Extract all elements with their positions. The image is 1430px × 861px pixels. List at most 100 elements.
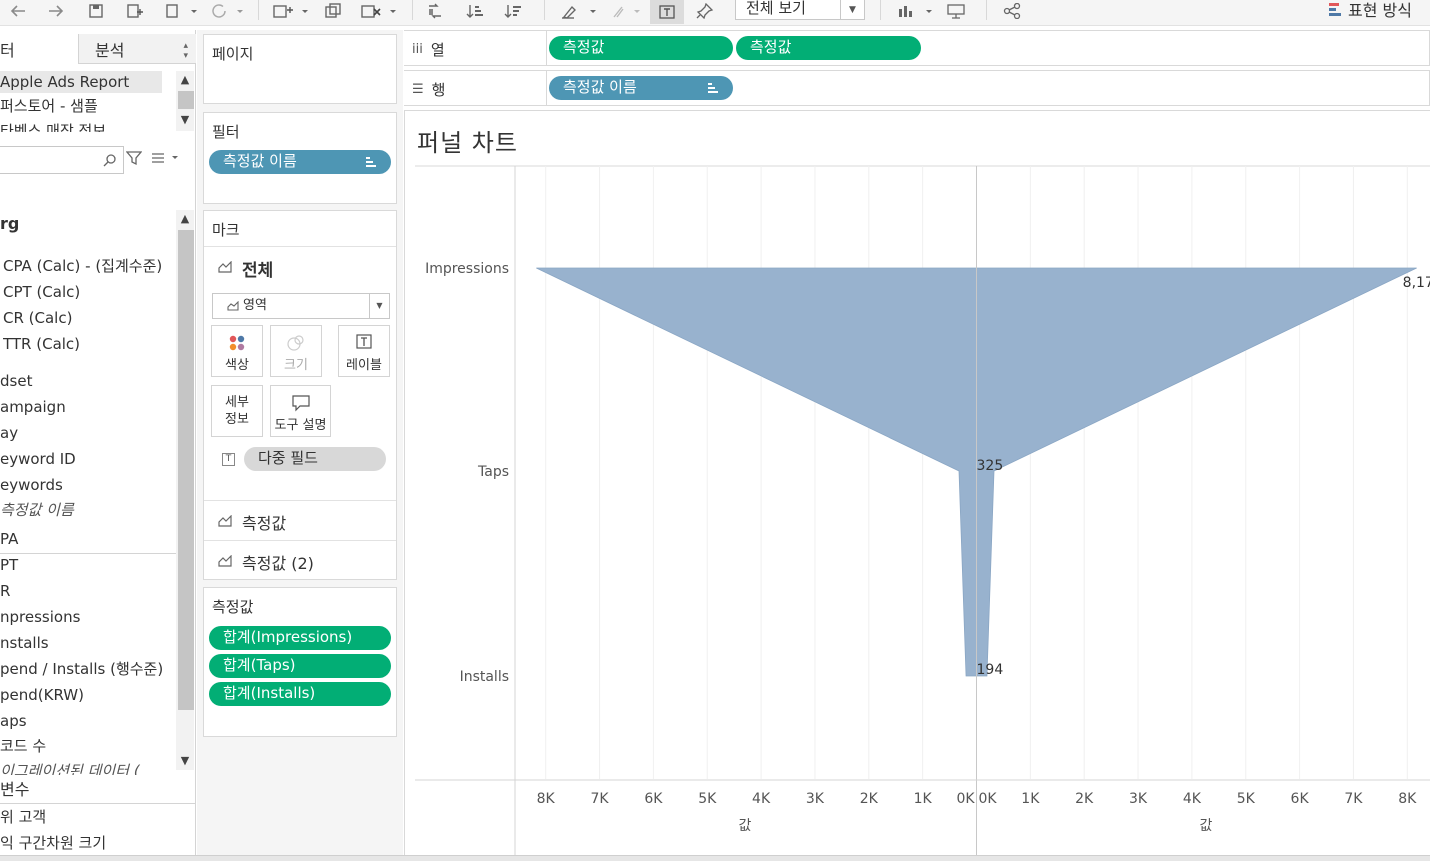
measure-item[interactable]: 코드 수	[0, 736, 172, 756]
marks-all-row[interactable]: 전체	[204, 246, 396, 286]
label-button[interactable]: 레이블	[338, 325, 390, 377]
undo-icon[interactable]	[8, 0, 28, 22]
measure-item[interactable]: R	[0, 581, 172, 601]
datasource-item[interactable]: 타벤스 매장 정보	[0, 120, 162, 132]
datasource-scrollbar[interactable]: ▲ ▼	[176, 71, 194, 131]
filters-card[interactable]: 필터 측정값 이름	[203, 112, 397, 204]
measure-item[interactable]: pend(KRW)	[0, 685, 172, 705]
divider	[0, 553, 176, 554]
marks-measure-row[interactable]: 측정값	[204, 500, 396, 540]
scroll-up-icon[interactable]: ▲	[176, 71, 194, 89]
measure-item[interactable]: PT	[0, 555, 172, 575]
columns-shelf[interactable]: iii 열 측정값 측정값	[404, 30, 1430, 66]
field-item[interactable]: eywords	[0, 475, 172, 495]
scroll-thumb[interactable]	[178, 230, 194, 710]
show-hide-cards-icon[interactable]	[894, 0, 936, 22]
rows-shelf[interactable]: ☰ 행 측정값 이름	[404, 70, 1430, 106]
field-search-input[interactable]	[0, 146, 124, 174]
highlight-icon[interactable]	[558, 0, 600, 22]
measure-value-pill[interactable]: 합계(Impressions)	[209, 626, 391, 650]
tab-analytics-label: 분석	[95, 41, 125, 60]
field-item[interactable]: ampaign	[0, 397, 172, 417]
field-item[interactable]: eyword ID	[0, 449, 172, 469]
share-icon[interactable]	[1000, 0, 1024, 22]
parameter-item[interactable]: 익 구간차원 크기	[0, 833, 172, 853]
columns-icon: iii	[412, 42, 423, 57]
axis-tick-label: 4K	[1183, 791, 1202, 807]
field-item[interactable]: TTR (Calc)	[3, 334, 175, 354]
scroll-thumb[interactable]	[178, 91, 194, 109]
marks-measure2-row[interactable]: 측정값 (2)	[204, 540, 396, 580]
tab-data[interactable]: 터	[0, 30, 78, 64]
measure-item[interactable]: PA	[0, 529, 172, 549]
chevron-down-icon[interactable]: ▼	[369, 294, 389, 318]
field-item[interactable]: CPT (Calc)	[3, 282, 175, 302]
scroll-up-icon[interactable]: ▲	[176, 210, 194, 228]
mark-type-value: 영역	[243, 298, 267, 313]
redo-icon[interactable]	[46, 0, 66, 22]
multiple-fields-pill[interactable]: 다중 필드	[244, 447, 386, 471]
parameters-header[interactable]: 변수	[0, 780, 172, 800]
collapse-icon[interactable]: ▴ ▾	[183, 41, 188, 61]
tab-analytics[interactable]: 분석 ▴ ▾	[78, 34, 196, 64]
pause-update-icon[interactable]	[162, 0, 202, 22]
filter-pill[interactable]: 측정값 이름	[209, 150, 391, 174]
show-mark-labels-icon[interactable]	[650, 0, 684, 24]
color-button[interactable]: 색상	[211, 325, 263, 377]
measure-item[interactable]: 이그레이션된 데이터 (	[0, 761, 172, 775]
show-me-button[interactable]: 표현 방식	[1328, 0, 1412, 20]
pin-axes-icon[interactable]	[694, 0, 716, 22]
marks-card[interactable]: 마크 전체 영역 ▼ 색상 크기 레이블 세부 정보 도구 설명 T 다중 필드…	[203, 210, 397, 580]
scroll-down-icon[interactable]: ▼	[176, 111, 194, 129]
measure-item[interactable]: nstalls	[0, 633, 172, 653]
marks-card-title: 마크	[212, 221, 240, 239]
refresh-icon[interactable]	[208, 0, 248, 22]
measure-item[interactable]: npressions	[0, 607, 172, 627]
rows-pill[interactable]: 측정값 이름	[549, 76, 733, 100]
measure-values-card[interactable]: 측정값 합계(Impressions) 합계(Taps) 합계(Installs…	[203, 587, 397, 737]
sort-ascending-icon[interactable]	[464, 0, 486, 22]
new-worksheet-icon[interactable]	[270, 0, 312, 22]
filter-icon[interactable]	[125, 150, 143, 168]
mark-type-select[interactable]: 영역 ▼	[212, 293, 390, 319]
size-button[interactable]: 크기	[270, 325, 322, 377]
field-item[interactable]: CPA (Calc) - (집계수준)	[3, 256, 175, 276]
funnel-chart[interactable]: Impressions Taps Installs 8,174 325 194 8K 7K 6K…	[405, 111, 1430, 855]
duplicate-sheet-icon[interactable]	[322, 0, 344, 22]
measure-value-pill[interactable]: 합계(Taps)	[209, 654, 391, 678]
label-icon	[339, 334, 389, 350]
area-mark-icon	[218, 515, 232, 527]
field-item[interactable]: ay	[0, 423, 172, 443]
sort-descending-icon[interactable]	[502, 0, 524, 22]
swap-rows-columns-icon[interactable]	[424, 0, 446, 22]
parameter-item[interactable]: 위 고객	[0, 807, 172, 827]
group-members-icon[interactable]	[606, 0, 644, 22]
scroll-down-icon[interactable]: ▼	[176, 752, 194, 770]
field-item[interactable]: dset	[0, 371, 172, 391]
datasource-item[interactable]: Apple Ads Report	[0, 71, 162, 93]
fields-scrollbar[interactable]: ▲ ▼	[176, 210, 194, 770]
chevron-down-icon[interactable]: ▼	[840, 0, 864, 19]
search-icon[interactable]	[103, 153, 117, 171]
toolbar-separator	[544, 0, 545, 20]
view-options-icon[interactable]	[150, 151, 182, 167]
fit-view-select[interactable]: 전체 보기 ▼	[735, 0, 865, 20]
save-icon[interactable]	[86, 0, 106, 22]
measure-value-pill[interactable]: 합계(Installs)	[209, 682, 391, 706]
presentation-mode-icon[interactable]	[944, 0, 968, 22]
new-datasource-icon[interactable]	[124, 0, 146, 22]
pages-card[interactable]: 페이지	[203, 34, 397, 104]
detail-button[interactable]: 세부 정보	[211, 385, 263, 437]
datasource-item[interactable]: 퍼스토어 - 샘플	[0, 95, 162, 117]
clear-sheet-icon[interactable]	[358, 0, 400, 22]
field-item[interactable]: CR (Calc)	[3, 308, 175, 328]
field-item[interactable]: 측정값 이름	[0, 500, 172, 520]
measure-item[interactable]: aps	[0, 711, 172, 731]
worksheet-view[interactable]: 퍼널 차트 ImpressionsTapsInstalls8,174325194…	[404, 110, 1430, 855]
dimension-folder-header[interactable]: rg	[0, 214, 172, 234]
axis-tick-label: 3K	[1129, 791, 1148, 807]
columns-pill[interactable]: 측정값	[549, 36, 733, 60]
measure-item[interactable]: pend / Installs (행수준)	[0, 659, 172, 679]
columns-pill[interactable]: 측정값	[736, 36, 921, 60]
tooltip-button[interactable]: 도구 설명	[270, 385, 331, 437]
